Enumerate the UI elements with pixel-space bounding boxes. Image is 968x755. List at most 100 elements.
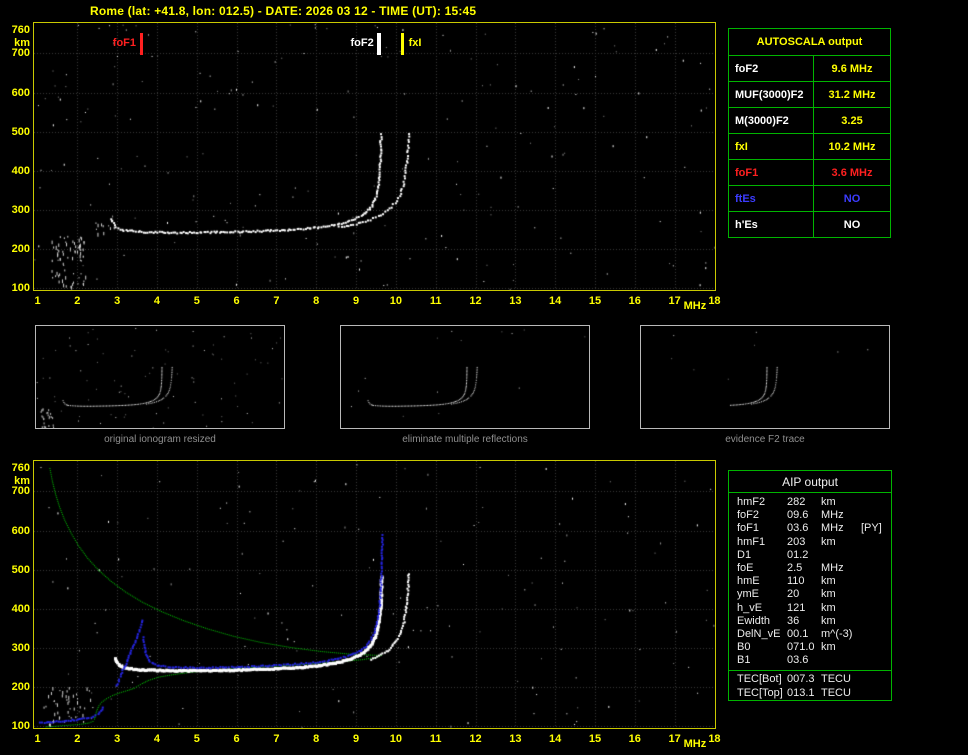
fxI-marker-label: fxI xyxy=(408,37,422,49)
x-tick-label: 15 xyxy=(588,295,602,307)
aip-row: h_vE 121 km xyxy=(729,602,891,615)
fxI-marker-line xyxy=(401,33,405,55)
aip-row: ymE 20 km xyxy=(729,588,891,601)
thumbnail-evidence-canvas xyxy=(641,326,889,428)
aip-value: 00.1 xyxy=(787,627,809,640)
aip-extra xyxy=(861,615,891,628)
autoscala-param-value: NO xyxy=(813,185,891,212)
foF2-marker-label: foF2 xyxy=(350,37,374,49)
x-tick-label: 13 xyxy=(509,295,522,307)
y-tick-label: 760 xyxy=(11,24,30,36)
autoscala-param-label: h'Es xyxy=(728,211,814,238)
aip-row: foE 2.5 MHz xyxy=(729,562,891,575)
x-tick-label: 12 xyxy=(469,295,482,307)
x-tick-label: 11 xyxy=(429,733,442,745)
thumbnail-original-ionogram xyxy=(35,325,285,429)
aip-name: TEC[Top] xyxy=(737,686,783,699)
x-tick-label: 2 xyxy=(74,733,81,745)
aip-extra xyxy=(861,588,891,601)
aip-row: TEC[Bot] 007.3 TECU xyxy=(729,673,891,686)
aip-extra xyxy=(861,687,891,700)
autoscala-param-value: 3.6 MHz xyxy=(813,159,891,186)
autoscala-row: fxI 10.2 MHz xyxy=(728,133,891,160)
y-tick-label: 200 xyxy=(11,680,30,693)
aip-unit: km xyxy=(821,535,836,548)
y-tick-label: 400 xyxy=(11,164,30,177)
autoscala-row: foF2 9.6 MHz xyxy=(728,55,891,82)
autoscala-param-value: 9.6 MHz xyxy=(813,55,891,82)
aip-extra xyxy=(861,654,891,667)
aip-value: 203 xyxy=(787,535,806,548)
aip-value: 013.1 xyxy=(787,686,815,699)
thumbnail-eliminate-canvas xyxy=(341,326,589,428)
autoscala-param-label: ftEs xyxy=(728,185,814,212)
y-tick-label: 500 xyxy=(11,563,30,576)
aip-name: hmE xyxy=(737,575,760,588)
y-tick-label: 400 xyxy=(11,602,30,615)
x-tick-label: 1 xyxy=(34,295,41,307)
aip-unit: km xyxy=(821,496,836,508)
x-tick-label: 17 xyxy=(668,733,681,745)
aip-name: hmF2 xyxy=(737,496,766,508)
aip-name: foE xyxy=(737,561,754,574)
top-ionogram-canvas xyxy=(34,23,715,290)
aip-value: 110 xyxy=(787,575,805,588)
autoscala-param-label: M(3000)F2 xyxy=(728,107,814,134)
aip-name: B1 xyxy=(737,654,751,667)
aip-extra xyxy=(861,496,891,509)
x-tick-label: 8 xyxy=(313,733,320,745)
aip-extra xyxy=(861,641,891,654)
x-tick-label: 12 xyxy=(469,733,482,745)
aip-header: AIP output xyxy=(729,471,891,493)
y-tick-label: 100 xyxy=(11,282,30,294)
x-tick-label: 16 xyxy=(628,733,641,745)
autoscala-row: foF1 3.6 MHz xyxy=(728,159,891,186)
aip-row: foF1 03.6 MHz [PY] xyxy=(729,522,891,535)
autoscala-output-table: AUTOSCALA output foF2 9.6 MHz MUF(3000)F2 3… xyxy=(728,28,891,238)
aip-row: DelN_vE 00.1 m^(-3) xyxy=(729,628,891,641)
aip-value: 03.6 xyxy=(787,522,809,535)
aip-unit: km xyxy=(821,614,836,627)
x-tick-label: 11 xyxy=(429,295,442,307)
autoscala-param-value: NO xyxy=(813,211,891,238)
x-axis-unit-label: MHz xyxy=(683,300,707,312)
x-tick-label: 17 xyxy=(668,295,681,307)
aip-output-panel: AIP output hmF2 282 km foF2 09.6 MHz foF1 03.6 M… xyxy=(728,470,892,701)
aip-name: foF2 xyxy=(737,509,760,522)
aip-unit: MHz xyxy=(821,561,844,574)
aip-value: 071.0 xyxy=(787,641,815,654)
aip-extra xyxy=(861,562,891,575)
aip-unit: km xyxy=(821,641,836,654)
aip-value: 007.3 xyxy=(787,673,815,686)
autoscala-row: ftEs NO xyxy=(728,185,891,212)
aip-unit xyxy=(821,654,861,667)
y-tick-label: 300 xyxy=(11,203,30,216)
x-tick-label: 7 xyxy=(273,295,280,307)
y-tick-label: 500 xyxy=(11,125,30,138)
aip-tec-rows: TEC[Bot] 007.3 TECU TEC[Top] 013.1 TECU xyxy=(729,670,891,699)
aip-value: 282 xyxy=(787,496,806,508)
aip-name: foF1 xyxy=(737,522,760,535)
aip-row: Ewidth 36 km xyxy=(729,615,891,628)
aip-value: 2.5 xyxy=(787,561,803,574)
aip-extra xyxy=(861,673,891,686)
aip-value: 36 xyxy=(787,614,800,627)
x-tick-label: 10 xyxy=(389,295,402,307)
aip-row: D1 01.2 xyxy=(729,549,891,562)
aip-extra xyxy=(861,536,891,549)
aip-row: B1 03.6 xyxy=(729,654,891,667)
page-title: Rome (lat: +41.8, lon: 012.5) - DATE: 20… xyxy=(90,4,477,18)
aip-rows: hmF2 282 km foF2 09.6 MHz foF1 03.6 MHz [PY] hmF1 2… xyxy=(729,493,891,667)
top-ionogram-plot: foF1 foF2 fxI xyxy=(33,22,716,291)
aip-unit: TECU xyxy=(821,673,851,686)
bottom-restored-ionogram-plot xyxy=(33,460,716,729)
x-tick-label: 8 xyxy=(313,295,320,307)
y-tick-label: 700 xyxy=(11,485,30,498)
x-tick-label: 3 xyxy=(114,295,121,307)
aip-unit: TECU xyxy=(821,686,851,699)
aip-unit: km xyxy=(821,601,836,614)
aip-unit: MHz xyxy=(821,509,844,522)
y-tick-label: 100 xyxy=(11,720,30,732)
x-tick-label: 14 xyxy=(549,295,562,307)
autoscala-row: MUF(3000)F2 31.2 MHz xyxy=(728,81,891,108)
